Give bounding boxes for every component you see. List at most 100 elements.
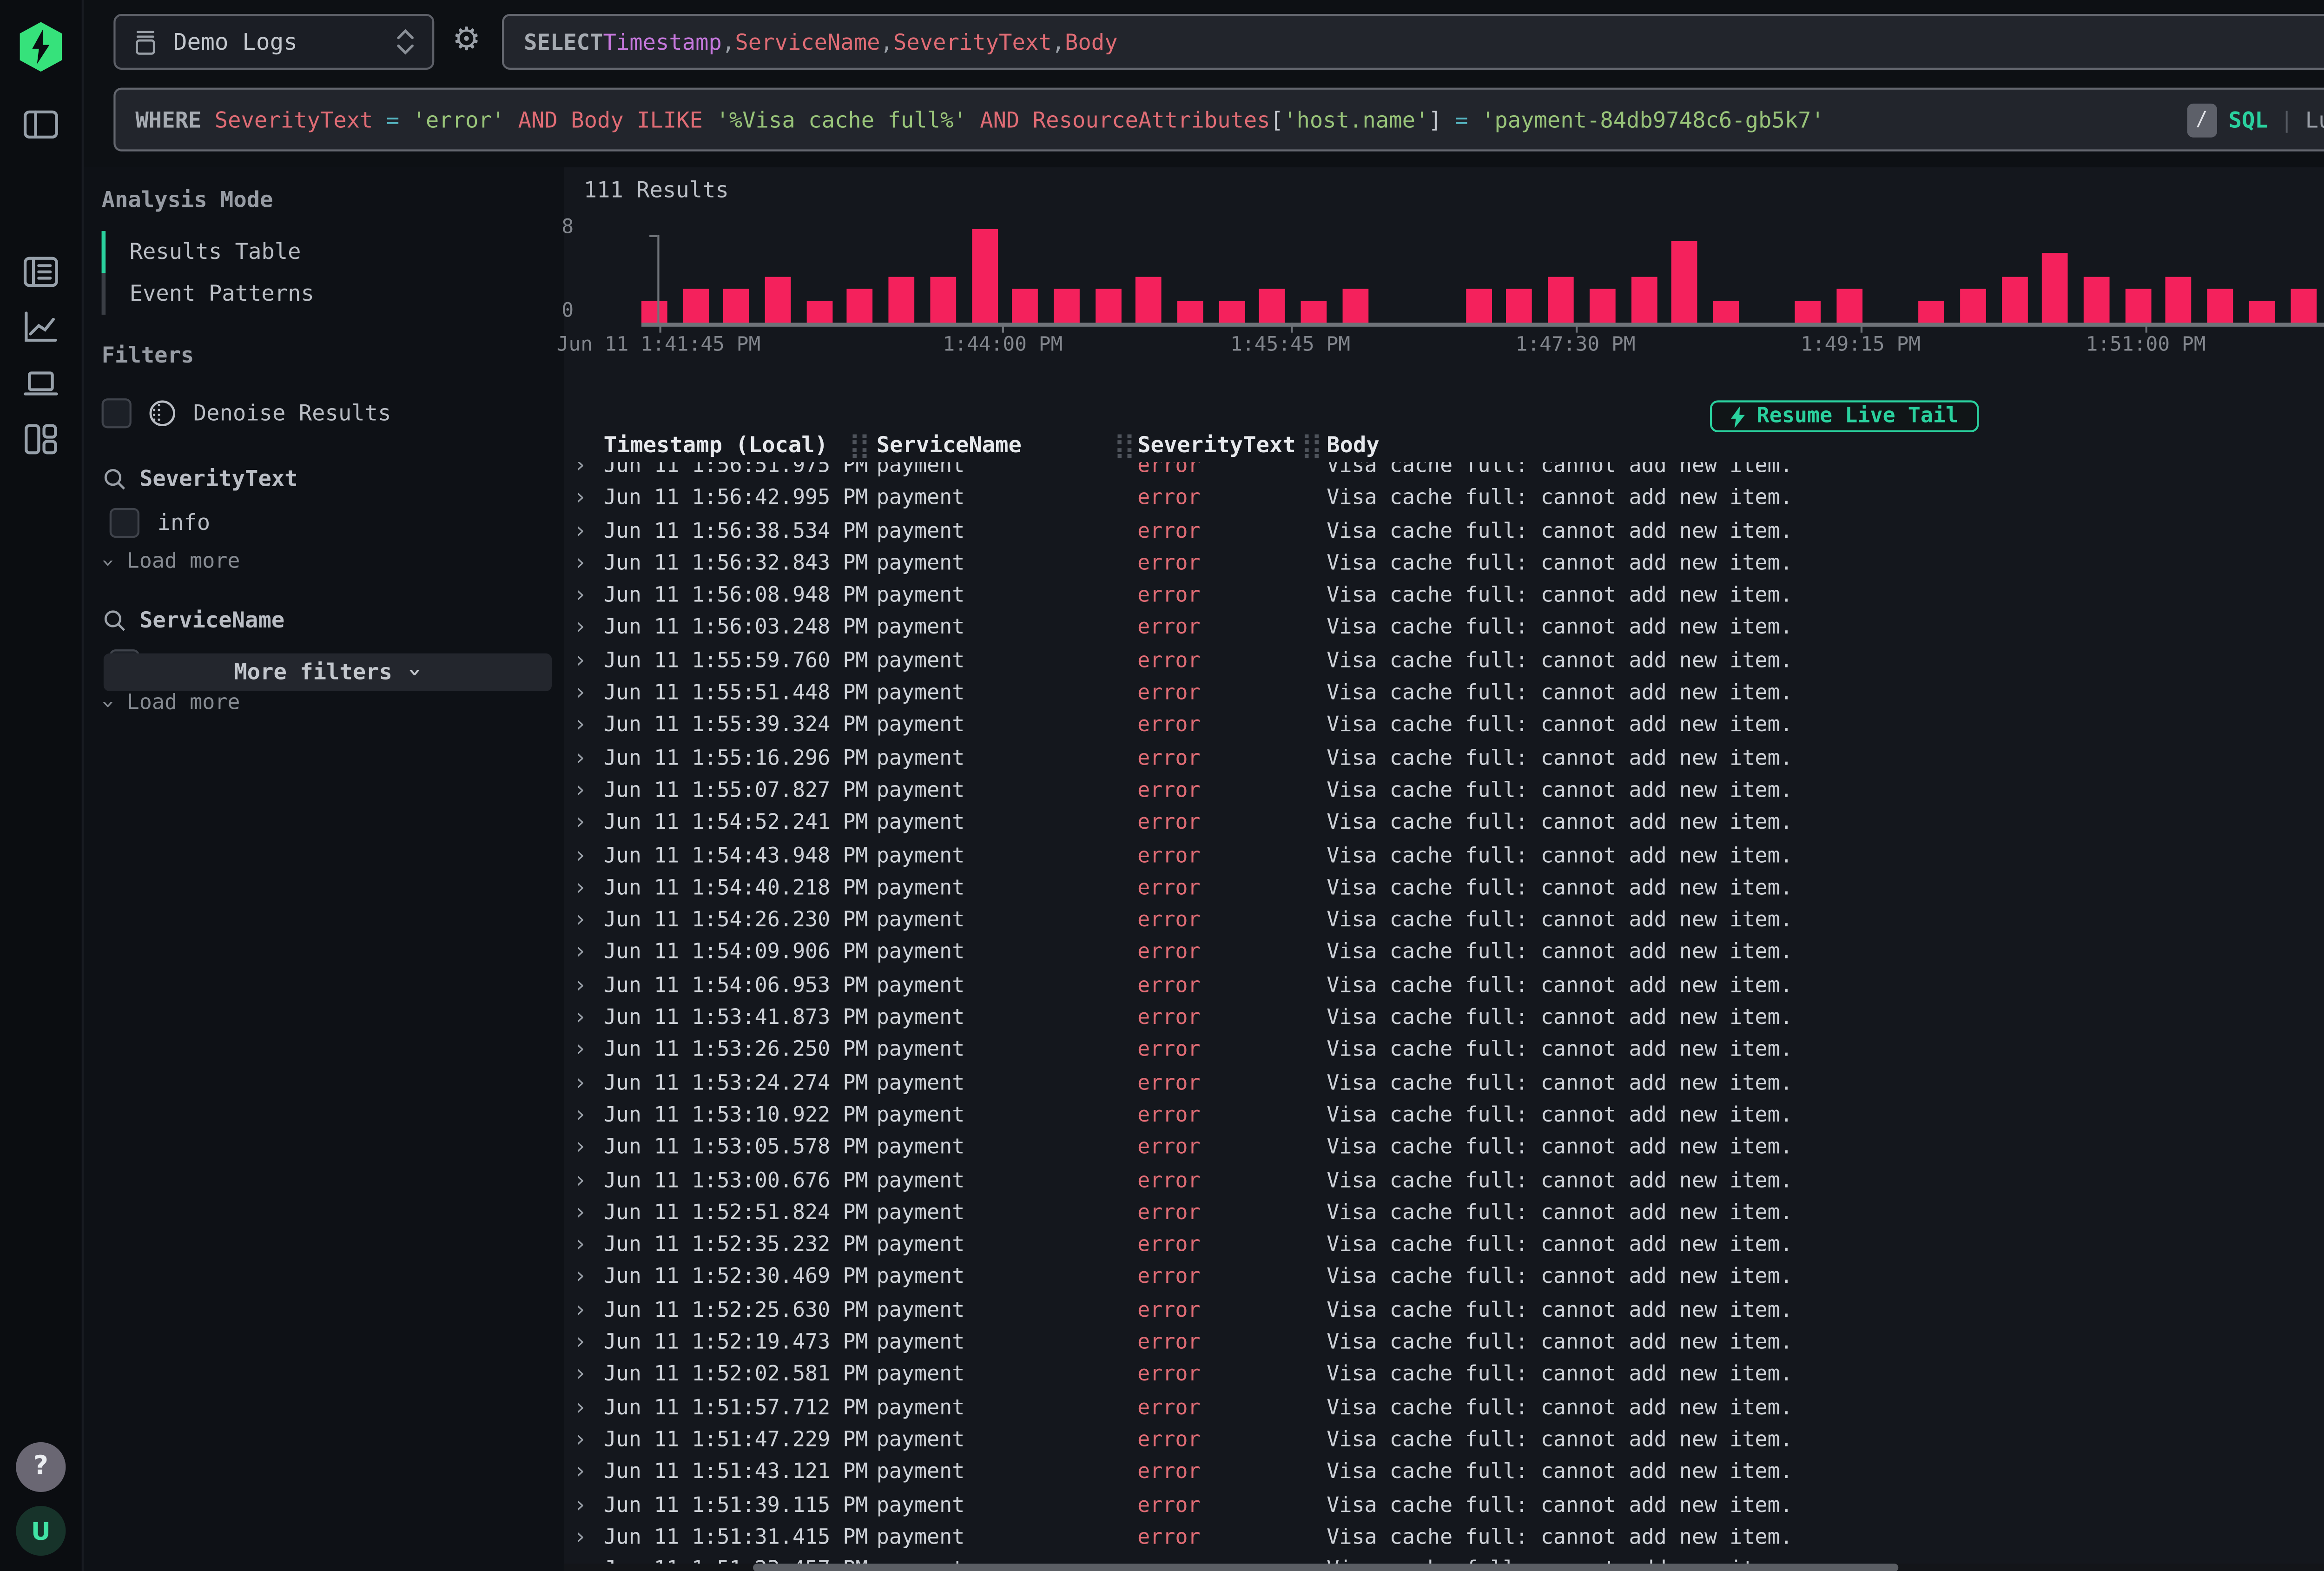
chevron-right-icon[interactable]: › [574,742,587,775]
table-row[interactable]: ›Jun 11 1:51:31.415 PMpaymenterrorVisa c… [564,1521,2324,1554]
chevron-right-icon[interactable]: › [574,1359,587,1392]
histogram-bar[interactable] [2125,289,2151,324]
chevron-right-icon[interactable]: › [574,1229,587,1262]
table-row[interactable]: ›Jun 11 1:56:51.975 PMpaymenterrorVisa c… [564,462,2324,482]
user-avatar[interactable]: U [16,1506,66,1556]
table-row[interactable]: ›Jun 11 1:56:08.948 PMpaymenterrorVisa c… [564,580,2324,613]
chevron-right-icon[interactable]: › [574,1554,587,1564]
dashboard-icon[interactable] [20,418,62,460]
histogram-bar[interactable] [765,277,791,325]
chevron-right-icon[interactable]: › [574,872,587,905]
histogram-bar[interactable] [1589,289,1615,324]
histogram-bar[interactable] [1260,289,1286,324]
histogram-bar[interactable] [641,301,667,324]
load-more-button[interactable]: ›Load more [102,546,564,578]
chevron-right-icon[interactable]: › [574,1327,587,1359]
histogram-bar[interactable] [1631,277,1657,325]
chevron-right-icon[interactable]: › [574,677,587,710]
search-logs-icon[interactable] [20,251,62,293]
chevron-right-icon[interactable]: › [574,1294,587,1327]
histogram-bar[interactable] [1960,289,1986,324]
chevron-right-icon[interactable]: › [574,580,587,613]
chevron-right-icon[interactable]: › [574,613,587,645]
column-resize-handle[interactable] [1117,434,1131,458]
facet-value-row[interactable]: info [102,504,564,540]
resume-live-tail-button[interactable]: Resume Live Tail [1709,400,1978,432]
laptop-sessions-icon[interactable] [20,363,62,404]
more-filters-button[interactable]: More filters › [104,653,552,691]
chevron-right-icon[interactable]: › [574,1262,587,1294]
table-row[interactable]: ›Jun 11 1:54:06.953 PMpaymenterrorVisa c… [564,970,2324,1002]
histogram-bar[interactable] [724,289,750,324]
chevron-right-icon[interactable]: › [574,775,587,807]
histogram-bar[interactable] [1507,289,1533,324]
chevron-right-icon[interactable]: › [574,1392,587,1424]
sql-mode-button[interactable]: SQL [2229,106,2268,132]
lucene-mode-button[interactable]: Lucene [2305,106,2324,132]
gear-icon[interactable]: ⚙ [452,24,481,56]
column-header-timestamp[interactable]: Timestamp (Local) [604,432,828,458]
table-row[interactable]: ›Jun 11 1:56:38.534 PMpaymenterrorVisa c… [564,515,2324,548]
chevron-right-icon[interactable]: › [574,710,587,742]
checkbox[interactable] [110,507,139,537]
select-query-input[interactable]: SELECT Timestamp, ServiceName, SeverityT… [502,14,2324,70]
histogram-bar[interactable] [2207,289,2233,324]
table-row[interactable]: ›Jun 11 1:53:10.922 PMpaymenterrorVisa c… [564,1099,2324,1132]
analysis-mode-item[interactable]: Event Patterns [102,273,564,315]
table-row[interactable]: ›Jun 11 1:54:52.241 PMpaymenterrorVisa c… [564,807,2324,840]
column-header-severitytext[interactable]: SeverityText [1137,432,1296,458]
histogram-bar[interactable] [1301,301,1327,324]
table-row[interactable]: ›Jun 11 1:56:32.843 PMpaymenterrorVisa c… [564,548,2324,580]
table-row[interactable]: ›Jun 11 1:53:26.250 PMpaymenterrorVisa c… [564,1035,2324,1067]
chevron-right-icon[interactable]: › [574,840,587,872]
histogram-bar[interactable] [806,301,832,324]
table-row[interactable]: ›Jun 11 1:55:16.296 PMpaymenterrorVisa c… [564,742,2324,775]
table-row[interactable]: ›Jun 11 1:53:41.873 PMpaymenterrorVisa c… [564,1002,2324,1035]
histogram-bar[interactable] [2290,289,2316,324]
chevron-right-icon[interactable]: › [574,1067,587,1100]
chevron-right-icon[interactable]: › [574,1132,587,1164]
column-resize-handle[interactable] [852,434,866,458]
histogram-bar[interactable] [1012,289,1038,324]
panel-left-icon[interactable] [20,104,62,145]
histogram-bar[interactable] [1548,277,1574,325]
table-row[interactable]: ›Jun 11 1:53:24.274 PMpaymenterrorVisa c… [564,1067,2324,1100]
chevron-right-icon[interactable]: › [574,1424,587,1457]
table-row[interactable]: ›Jun 11 1:55:39.324 PMpaymenterrorVisa c… [564,710,2324,742]
chevron-right-icon[interactable]: › [574,515,587,548]
table-row[interactable]: ›Jun 11 1:52:25.630 PMpaymenterrorVisa c… [564,1294,2324,1327]
histogram-bar[interactable] [2249,301,2275,324]
chevron-right-icon[interactable]: › [574,1489,587,1522]
histogram-bar[interactable] [971,229,997,325]
histogram-bar[interactable] [930,277,956,325]
chevron-right-icon[interactable]: › [574,1521,587,1554]
help-button[interactable]: ? [16,1442,66,1492]
chevron-right-icon[interactable]: › [574,807,587,840]
horizontal-scrollbar-thumb[interactable] [753,1564,1898,1571]
chart-line-icon[interactable] [20,307,62,349]
table-row[interactable]: ›Jun 11 1:51:57.712 PMpaymenterrorVisa c… [564,1392,2324,1424]
chevron-right-icon[interactable]: › [574,548,587,580]
search-icon[interactable] [102,607,128,633]
source-select[interactable]: Demo Logs [113,14,434,70]
table-row[interactable]: ›Jun 11 1:52:35.232 PMpaymenterrorVisa c… [564,1229,2324,1262]
chevron-right-icon[interactable]: › [574,1035,587,1067]
denoise-checkbox[interactable] [102,397,132,427]
histogram-bar[interactable] [2001,277,2027,325]
histogram-bar[interactable] [847,289,873,324]
histogram-bar[interactable] [1672,241,1698,325]
chevron-right-icon[interactable]: › [574,462,587,482]
histogram-bar[interactable] [1795,301,1821,324]
where-query-input[interactable]: WHERE SeverityText = 'error' AND Body IL… [113,88,2324,152]
histogram-bar[interactable] [1919,301,1945,324]
histogram-bar[interactable] [1836,289,1862,324]
table-row[interactable]: ›Jun 11 1:55:51.448 PMpaymenterrorVisa c… [564,677,2324,710]
chevron-right-icon[interactable]: › [574,482,587,515]
table-row[interactable]: ›Jun 11 1:52:19.473 PMpaymenterrorVisa c… [564,1327,2324,1359]
table-row[interactable]: ›Jun 11 1:56:03.248 PMpaymenterrorVisa c… [564,613,2324,645]
histogram-bar[interactable] [1342,289,1368,324]
column-resize-handle[interactable] [1305,434,1319,458]
table-row[interactable]: ›Jun 11 1:53:05.578 PMpaymenterrorVisa c… [564,1132,2324,1164]
table-row[interactable]: ›Jun 11 1:54:09.906 PMpaymenterrorVisa c… [564,937,2324,970]
histogram-bar[interactable] [1054,289,1080,324]
